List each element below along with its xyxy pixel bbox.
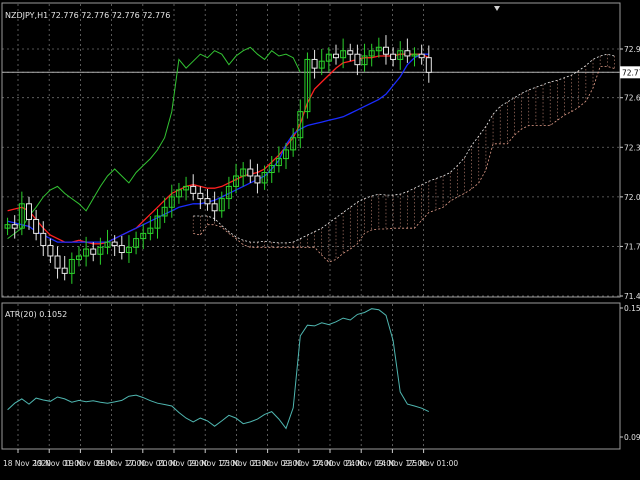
candle-body — [404, 50, 411, 57]
candle-body — [311, 58, 318, 69]
candle-body — [247, 168, 254, 177]
y-tick-label: 71.490 — [624, 292, 640, 301]
candle-body — [54, 255, 61, 269]
candle-body — [118, 245, 125, 254]
current-price-label: 72.776 — [622, 68, 640, 77]
candle-body — [25, 203, 32, 220]
candle-body — [347, 50, 354, 55]
y-tick-label: 72.910 — [624, 45, 640, 54]
candle-body — [47, 245, 54, 257]
candle-body — [40, 232, 47, 247]
candle-body — [418, 53, 425, 59]
candle-body — [190, 185, 197, 194]
candle-body — [425, 57, 432, 73]
atr-header: ATR(20) 0.1052 — [5, 310, 67, 319]
candle-body — [61, 267, 68, 274]
candle-body — [90, 248, 97, 255]
y-tick-label: 72.345 — [624, 143, 640, 152]
trading-chart[interactable]: 72.910 72.776 72.630 72.345 72.060 71.775 71.4… — [0, 0, 640, 480]
candle-body — [111, 241, 118, 247]
y-tick-label: 72.060 — [624, 193, 640, 202]
candle-body — [204, 198, 211, 205]
candle-body — [33, 218, 40, 234]
candle-body — [197, 192, 204, 200]
y-tick-label: 71.775 — [624, 242, 640, 251]
candle-body — [354, 53, 361, 66]
atr-y-tick-label: 0.1594 — [624, 304, 640, 313]
candle-body — [382, 46, 389, 55]
x-tick-label: 25 Nov 01:00 — [408, 459, 459, 468]
candle-body — [211, 203, 218, 212]
candle-body — [254, 175, 261, 184]
y-tick-label: 72.630 — [624, 94, 640, 103]
candle-body — [11, 224, 18, 229]
symbol-header: NZDJPY,H1 72.776 72.776 72.776 72.776 — [5, 11, 170, 20]
candle-body — [390, 53, 397, 60]
atr-y-tick-label: 0.0904 — [624, 433, 640, 442]
candle-body — [332, 53, 339, 59]
